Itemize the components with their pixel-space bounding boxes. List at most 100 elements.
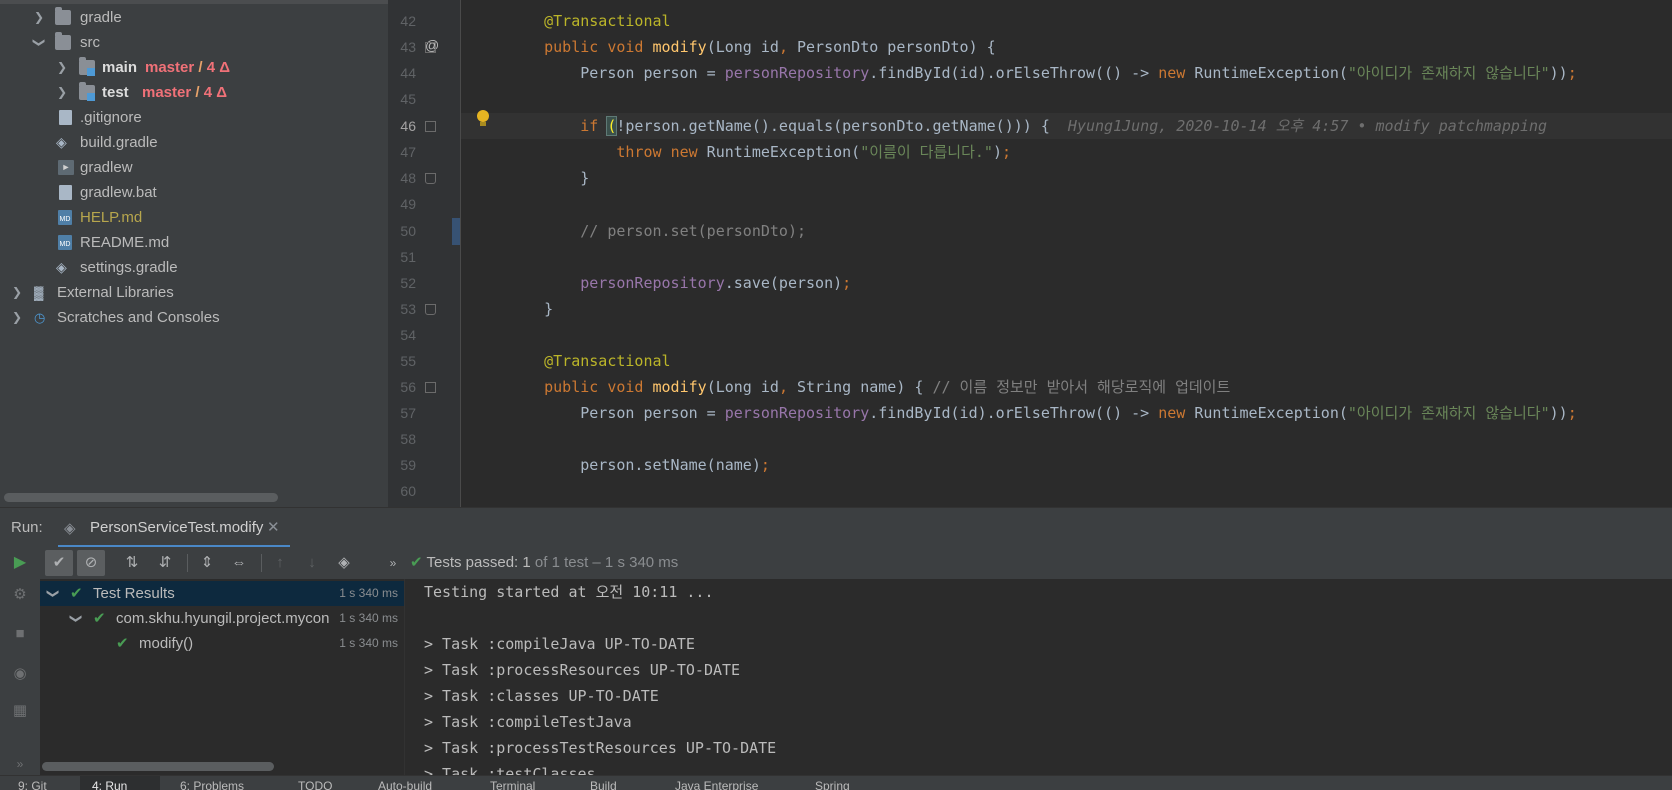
tool-terminal[interactable]: Terminal — [490, 779, 535, 790]
code-line[interactable]: if (!person.getName().equals(personDto.g… — [508, 113, 1547, 139]
test-duration: 1 s 340 ms — [339, 611, 398, 625]
layout-icon[interactable]: ▦ — [10, 701, 30, 721]
stop-icon[interactable]: ■ — [10, 624, 30, 644]
chevron-down-icon[interactable]: ❯ — [41, 587, 66, 601]
tree-item-gradle[interactable]: ❯ gradle — [0, 5, 388, 30]
tree-item-test[interactable]: ❯ test master / 4 Δ — [0, 80, 388, 105]
tree-item-help-md[interactable]: MD HELP.md — [0, 205, 388, 230]
code-line[interactable]: } — [508, 296, 553, 322]
code-line[interactable]: public void modify(Long id, PersonDto pe… — [508, 34, 996, 60]
eye-icon[interactable]: ◉ — [10, 664, 30, 684]
chevron-right-icon[interactable]: ❯ — [10, 280, 24, 305]
run-console[interactable]: Testing started at 오전 10:11 ... > Task :… — [406, 579, 1672, 775]
rerun-icon[interactable]: ▶ — [6, 550, 34, 576]
scratches-icon: ◷ — [34, 310, 46, 325]
tree-item-settings-gradle[interactable]: ◈ settings.gradle — [0, 255, 388, 280]
tool-todo[interactable]: TODO — [298, 779, 332, 790]
line-number: 43 — [400, 39, 416, 55]
expand-all-icon[interactable]: ⇕ — [193, 550, 221, 576]
vcs-status: master / 4 Δ — [145, 59, 231, 76]
test-tree-label: com.skhu.hyungil.project.mycon — [116, 610, 330, 627]
vcs-change-marker[interactable] — [452, 218, 460, 245]
line-number: 52 — [400, 275, 416, 291]
tool-java-enterprise[interactable]: Java Enterprise — [675, 779, 758, 790]
tool-run[interactable]: 4: Run — [92, 779, 127, 790]
tool-git[interactable]: 9: Git — [18, 779, 47, 790]
run-tab-label: PersonServiceTest.modify — [90, 519, 264, 536]
more-icon[interactable]: » — [10, 754, 30, 774]
import-tests-icon[interactable]: ◈ — [330, 550, 358, 576]
code-line[interactable]: @Transactional — [508, 348, 670, 374]
fold-marker-icon[interactable] — [425, 121, 436, 132]
test-tree-row[interactable]: ✔ modify() 1 s 340 ms — [40, 631, 404, 656]
tree-item-gradlew[interactable]: ► gradlew — [0, 155, 388, 180]
run-tab[interactable]: ◈ PersonServiceTest.modify ✕ — [58, 508, 290, 548]
tree-item-external-libraries[interactable]: ❯ ▓ External Libraries — [0, 280, 388, 305]
tree-item-gitignore[interactable]: .gitignore — [0, 105, 388, 130]
folder-icon — [55, 7, 71, 25]
show-ignored-icon[interactable]: ⊘ — [77, 550, 105, 576]
test-tree-row[interactable]: ❯ ✔ Test Results 1 s 340 ms — [40, 581, 404, 606]
tree-item-gradlew-bat[interactable]: gradlew.bat — [0, 180, 388, 205]
tree-item-src[interactable]: ❯ src — [0, 30, 388, 55]
test-tree-horizontal-scrollbar[interactable] — [42, 762, 274, 771]
code-line[interactable]: public void modify(Long id, String name)… — [508, 374, 1230, 400]
previous-failed-icon[interactable]: ↑ — [266, 550, 294, 576]
line-number: 55 — [400, 353, 416, 369]
console-line: > Task :classes UP-TO-DATE — [424, 687, 659, 705]
test-status: ✔ Tests passed: 1 of 1 test – 1 s 340 ms — [410, 547, 678, 579]
fold-marker-icon[interactable] — [425, 42, 436, 53]
test-results-tree: ❯ ✔ Test Results 1 s 340 ms ❯ ✔ com.skhu… — [40, 579, 405, 775]
code-line[interactable]: Person person = personRepository.findByI… — [508, 400, 1576, 426]
more-actions-icon[interactable]: » — [379, 550, 407, 576]
chevron-right-icon[interactable]: ❯ — [55, 55, 69, 80]
chevron-right-icon[interactable]: ❯ — [10, 305, 24, 330]
debug-icon[interactable]: ⚙ — [10, 585, 30, 605]
collapse-all-icon[interactable]: ⇔ — [225, 550, 253, 576]
line-number: 57 — [400, 405, 416, 421]
project-horizontal-scrollbar[interactable] — [4, 493, 278, 502]
line-number: 59 — [400, 457, 416, 473]
gutter-separator — [460, 0, 461, 507]
sort-alphabetically-icon[interactable]: ⇅ — [118, 550, 146, 576]
code-line[interactable]: // person.set(personDto); — [508, 218, 806, 244]
chevron-right-icon[interactable]: ❯ — [32, 5, 46, 30]
tree-item-label: HELP.md — [80, 209, 143, 226]
tool-build[interactable]: Build — [590, 779, 617, 790]
tree-item-build-gradle[interactable]: ◈ build.gradle — [0, 130, 388, 155]
tree-item-label: README.md — [80, 234, 170, 251]
sort-by-duration-icon[interactable]: ⇵ — [151, 550, 179, 576]
code-line[interactable]: person.setName(name); — [508, 452, 770, 478]
console-line: Testing started at 오전 10:11 ... — [424, 583, 714, 601]
tree-item-readme-md[interactable]: MD README.md — [0, 230, 388, 255]
lightbulb-icon[interactable] — [476, 110, 490, 128]
tool-auto-build[interactable]: Auto-build — [378, 779, 432, 790]
gradle-elephant-icon: ◈ — [56, 134, 67, 150]
chevron-down-icon[interactable]: ❯ — [27, 36, 52, 50]
test-tree-row[interactable]: ❯ ✔ com.skhu.hyungil.project.mycon 1 s 3… — [40, 606, 404, 631]
line-number: 45 — [400, 91, 416, 107]
code-line[interactable]: throw new RuntimeException("이름이 다릅니다."); — [508, 139, 1011, 165]
chevron-down-icon[interactable]: ❯ — [64, 612, 89, 626]
code-editor[interactable]: 42 43 44 45 46 47 48 49 50 51 52 53 54 5… — [388, 0, 1672, 507]
line-number: 46 — [400, 118, 416, 134]
code-line[interactable]: Person person = personRepository.findByI… — [508, 60, 1576, 86]
line-number: 53 — [400, 301, 416, 317]
test-duration: 1 s 340 ms — [339, 586, 398, 600]
code-line[interactable]: @Transactional — [508, 8, 670, 34]
close-icon[interactable]: ✕ — [267, 518, 280, 536]
ignore-file-icon — [59, 110, 72, 125]
code-line[interactable]: personRepository.save(person); — [508, 270, 851, 296]
chevron-right-icon[interactable]: ❯ — [55, 80, 69, 105]
fold-end-marker-icon[interactable] — [425, 304, 436, 315]
tree-item-scratches[interactable]: ❯ ◷ Scratches and Consoles — [0, 305, 388, 330]
next-failed-icon[interactable]: ↓ — [298, 550, 326, 576]
test-tree-label: Test Results — [93, 585, 175, 602]
fold-marker-icon[interactable] — [425, 382, 436, 393]
tree-item-main[interactable]: ❯ main master / 4 Δ — [0, 55, 388, 80]
tool-problems[interactable]: 6: Problems — [180, 779, 244, 790]
show-passed-icon[interactable]: ✔ — [45, 550, 73, 576]
code-line[interactable]: } — [508, 165, 589, 191]
tool-spring[interactable]: Spring — [815, 779, 850, 790]
fold-end-marker-icon[interactable] — [425, 173, 436, 184]
